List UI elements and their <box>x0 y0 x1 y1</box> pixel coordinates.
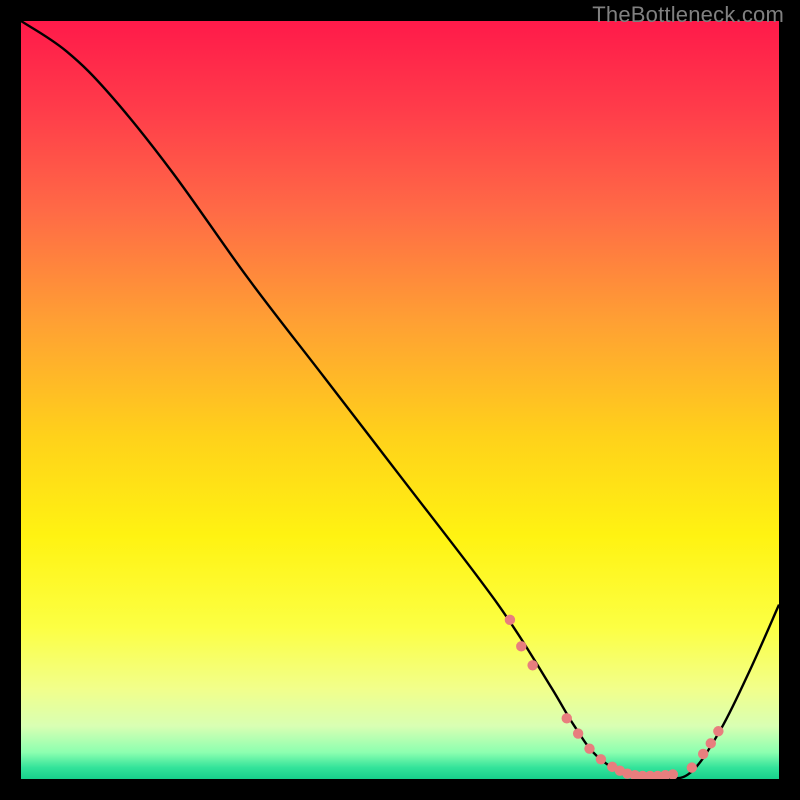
data-marker <box>584 743 594 753</box>
data-marker <box>687 762 697 772</box>
chart-frame: TheBottleneck.com <box>0 0 800 800</box>
data-marker <box>505 615 515 625</box>
data-marker <box>573 728 583 738</box>
data-marker <box>713 726 723 736</box>
gradient-background <box>21 21 779 779</box>
chart-svg-canvas <box>21 21 779 779</box>
chart-plot-area <box>21 21 779 779</box>
data-marker <box>706 738 716 748</box>
data-marker <box>698 749 708 759</box>
data-marker <box>596 754 606 764</box>
data-marker <box>527 660 537 670</box>
data-marker <box>562 713 572 723</box>
watermark-text: TheBottleneck.com <box>592 2 784 28</box>
data-marker <box>516 641 526 651</box>
